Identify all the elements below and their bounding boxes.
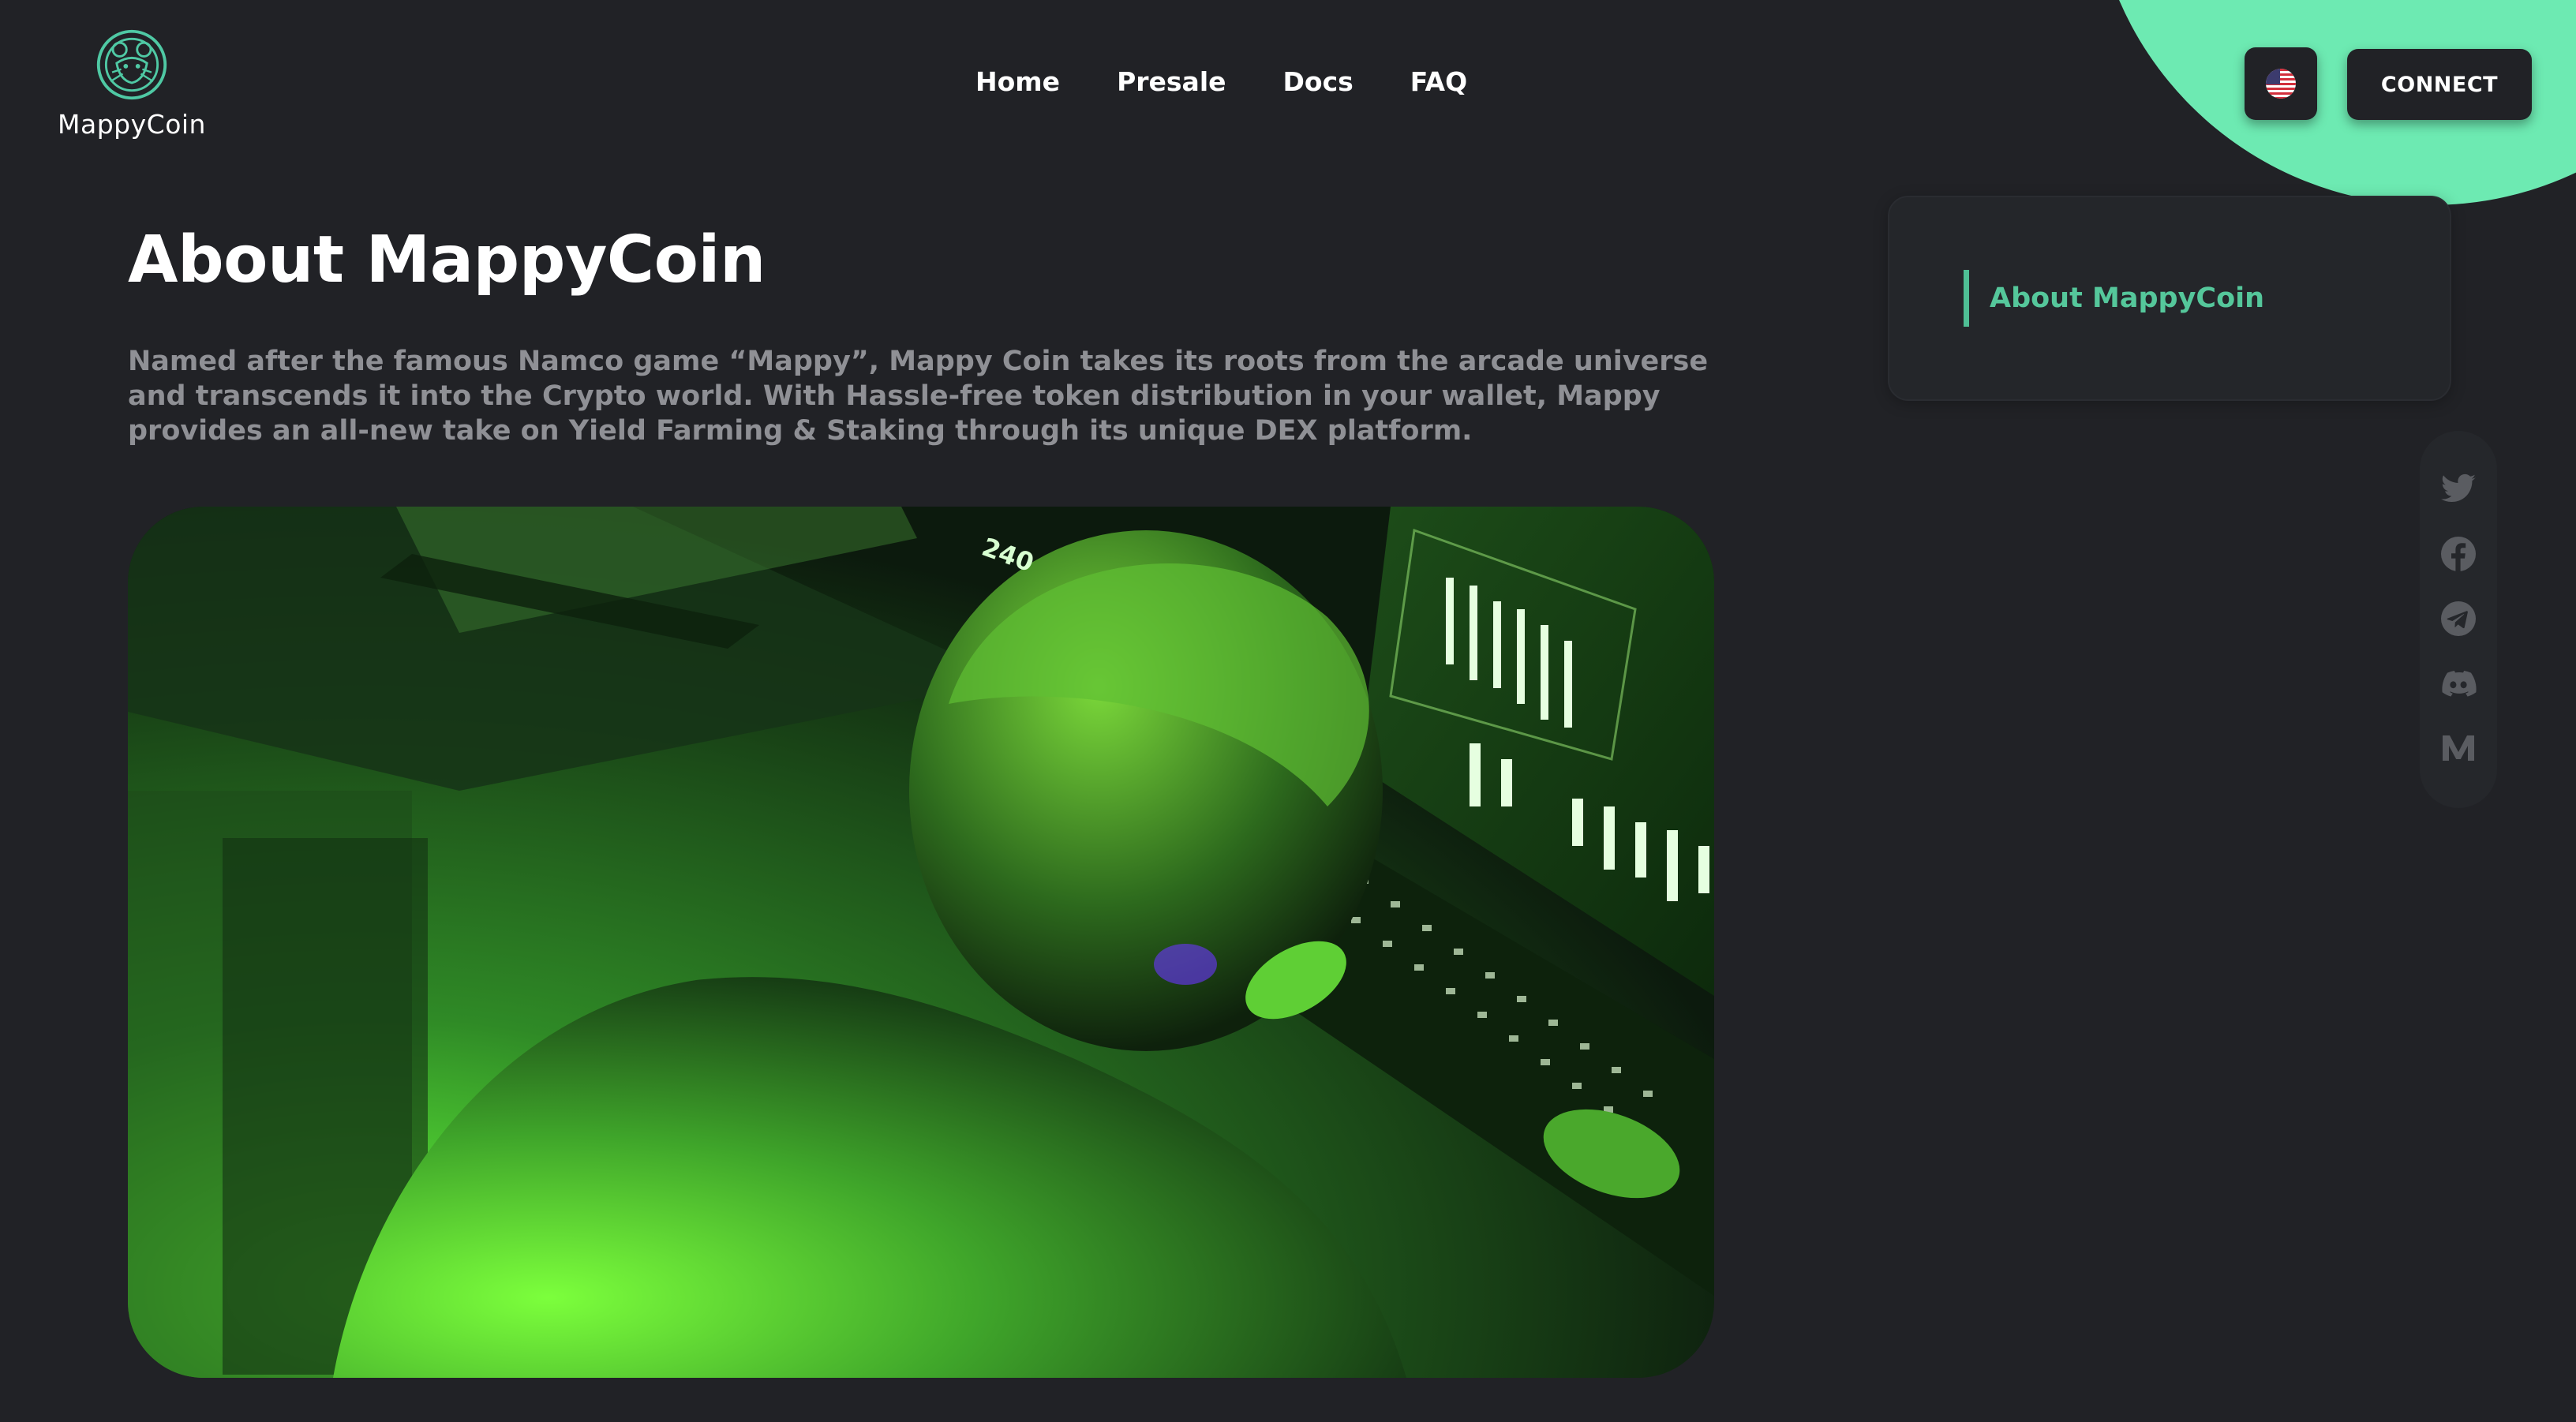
facebook-icon[interactable] [2439, 535, 2477, 573]
us-flag-icon [2266, 69, 2296, 99]
table-of-contents: About MappyCoin [1888, 196, 2451, 401]
page: MappyCoin Home Presale Docs FAQ CONNECT … [0, 0, 2576, 1422]
nav-docs[interactable]: Docs [1283, 66, 1354, 97]
page-title: About MappyCoin [128, 223, 766, 297]
mappy-logo-icon [96, 29, 167, 100]
connect-button[interactable]: CONNECT [2347, 49, 2532, 120]
telegram-icon[interactable] [2439, 600, 2477, 638]
main-nav: Home Presale Docs FAQ [975, 66, 1467, 97]
language-button[interactable] [2245, 47, 2317, 120]
intro-paragraph: Named after the famous Namco game “Mappy… [128, 346, 1709, 447]
brand-name: MappyCoin [58, 109, 206, 140]
logo[interactable]: MappyCoin [57, 27, 207, 140]
nav-faq[interactable]: FAQ [1410, 66, 1467, 97]
hero-image: 240 [128, 507, 1714, 1378]
toc-item-about[interactable]: About MappyCoin [1964, 270, 2264, 327]
discord-icon[interactable] [2439, 664, 2477, 702]
nav-home[interactable]: Home [975, 66, 1060, 97]
medium-icon[interactable] [2439, 729, 2477, 767]
social-links [2420, 431, 2497, 808]
nav-presale[interactable]: Presale [1117, 66, 1226, 97]
twitter-icon[interactable] [2439, 470, 2477, 508]
hacker-laptop-illustration: 240 [128, 507, 1714, 1378]
